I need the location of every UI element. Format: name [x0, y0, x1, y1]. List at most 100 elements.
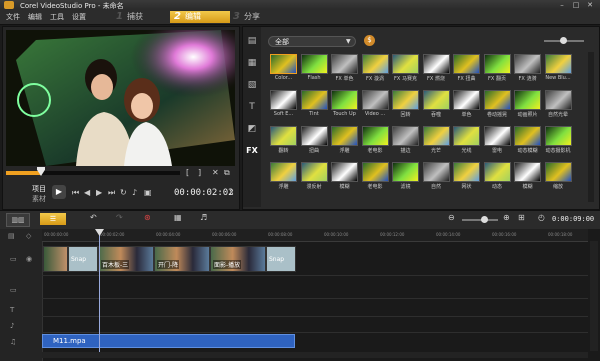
- timeline-horizontal-scrollbar[interactable]: [42, 352, 588, 358]
- record-icon[interactable]: ⊛: [144, 213, 151, 222]
- video-clip[interactable]: Snap: [266, 246, 296, 272]
- split-icon[interactable]: ✕: [212, 168, 219, 177]
- library-thumbnail[interactable]: [361, 54, 389, 74]
- library-thumbnail[interactable]: [453, 162, 480, 182]
- add-chapter-icon[interactable]: ◇: [26, 232, 31, 240]
- timeline-timecode[interactable]: 0:00:09:00: [552, 215, 594, 223]
- repeat-icon[interactable]: ↻: [120, 188, 127, 197]
- library-thumbnail[interactable]: [514, 126, 541, 146]
- library-thumbnail[interactable]: [270, 162, 297, 182]
- enlarge-icon[interactable]: ⧉: [224, 168, 230, 178]
- library-thumbnail[interactable]: [392, 54, 419, 74]
- step-edit[interactable]: 2 编辑: [170, 11, 230, 23]
- library-thumbnail[interactable]: [270, 54, 297, 74]
- library-thumbnail[interactable]: [300, 90, 328, 110]
- library-thumbnail[interactable]: [331, 162, 358, 182]
- clip-mode-label[interactable]: 素材: [32, 194, 46, 204]
- library-thumbnail[interactable]: [392, 90, 419, 110]
- media-library-icon[interactable]: ▤: [246, 36, 258, 46]
- library-thumbnail[interactable]: [453, 90, 480, 110]
- mixer-icon[interactable]: ▦: [174, 213, 182, 222]
- timeline-view-button[interactable]: ☰: [40, 213, 66, 225]
- library-thumbnail[interactable]: [300, 126, 328, 146]
- library-thumbnail[interactable]: [544, 126, 572, 146]
- library-scrollbar[interactable]: [588, 52, 594, 202]
- library-thumbnail[interactable]: [514, 90, 541, 110]
- timeline-zoom-slider[interactable]: [462, 219, 498, 221]
- fit-project-icon[interactable]: ⊞: [518, 213, 525, 222]
- next-frame-icon[interactable]: ▶: [96, 188, 102, 197]
- timeline-zoom-knob[interactable]: [481, 216, 488, 223]
- menu-edit[interactable]: 编辑: [28, 12, 42, 22]
- timeline-vertical-scrollbar[interactable]: [590, 241, 598, 351]
- step-share[interactable]: 3 分享: [229, 11, 288, 23]
- library-thumbnail[interactable]: [361, 162, 389, 182]
- library-filter-select[interactable]: 全部: [268, 36, 356, 47]
- library-thumbnail[interactable]: [331, 54, 358, 74]
- library-thumbnail[interactable]: [453, 126, 480, 146]
- library-thumbnail[interactable]: [300, 54, 328, 74]
- library-thumbnail[interactable]: [270, 126, 297, 146]
- library-thumbnail[interactable]: [422, 90, 450, 110]
- filter-fx-icon[interactable]: FX: [246, 146, 258, 156]
- close-button[interactable]: ✕: [584, 1, 596, 9]
- library-thumbnail[interactable]: [361, 90, 389, 110]
- library-thumbnail[interactable]: [392, 162, 419, 182]
- library-thumbnail[interactable]: [270, 90, 297, 110]
- instant-project-icon[interactable]: ▦: [246, 58, 258, 68]
- undo-icon[interactable]: ↶: [90, 213, 97, 222]
- redo-icon[interactable]: ↷: [116, 213, 123, 222]
- track-manager-icon[interactable]: ▤: [8, 232, 15, 240]
- music-clip[interactable]: M11.mpa: [42, 334, 295, 348]
- library-thumbnail[interactable]: [483, 126, 511, 146]
- volume-icon[interactable]: ♪: [132, 188, 137, 197]
- video-track-visibility-icon[interactable]: ◉: [26, 255, 32, 263]
- auto-music-icon[interactable]: ♬: [200, 213, 207, 222]
- menu-tools[interactable]: 工具: [50, 12, 64, 22]
- maximize-button[interactable]: □: [570, 1, 582, 9]
- title-icon[interactable]: T: [246, 102, 258, 112]
- library-thumbnail[interactable]: [453, 54, 480, 74]
- mark-out-icon[interactable]: ]: [198, 168, 201, 177]
- end-icon[interactable]: ⏭: [108, 188, 115, 198]
- mark-in-icon[interactable]: [: [186, 168, 189, 177]
- graphics-icon[interactable]: ◩: [246, 124, 258, 134]
- thumbnail-size-knob[interactable]: [560, 37, 567, 44]
- library-thumbnail[interactable]: [483, 90, 511, 110]
- library-thumbnail[interactable]: [544, 54, 572, 74]
- transition-icon[interactable]: ▧: [246, 80, 258, 90]
- home-icon[interactable]: ⏮: [72, 188, 79, 198]
- library-thumbnail[interactable]: [422, 54, 450, 74]
- hd-icon[interactable]: ▣: [144, 188, 152, 197]
- library-thumbnail[interactable]: [331, 90, 358, 110]
- storyboard-view-button[interactable]: ▥▥: [6, 213, 30, 227]
- zoom-in-icon[interactable]: ⊕: [503, 213, 510, 222]
- library-thumbnail[interactable]: [331, 126, 358, 146]
- menu-file[interactable]: 文件: [6, 12, 20, 22]
- video-clip[interactable]: 面影-播放: [210, 246, 266, 272]
- preview-timecode[interactable]: 00:00:02:02: [174, 188, 234, 198]
- video-clip[interactable]: 百木板-三: [98, 246, 154, 272]
- project-mode-label[interactable]: 项目: [32, 184, 46, 194]
- library-thumbnail[interactable]: [544, 90, 572, 110]
- library-thumbnail[interactable]: [514, 162, 541, 182]
- minimize-button[interactable]: –: [556, 1, 568, 9]
- library-thumbnail[interactable]: [300, 162, 328, 182]
- video-clip[interactable]: 开门-降: [154, 246, 210, 272]
- play-button[interactable]: ▶: [52, 185, 66, 199]
- library-thumbnail[interactable]: [483, 162, 511, 182]
- previous-frame-icon[interactable]: ◀: [84, 188, 90, 197]
- library-thumbnail[interactable]: [483, 54, 511, 74]
- library-thumbnail[interactable]: [361, 126, 389, 146]
- step-capture[interactable]: 1 捕获: [112, 11, 171, 23]
- library-thumbnail[interactable]: [392, 126, 419, 146]
- timecode-stepper-icon[interactable]: ⇕: [228, 188, 235, 197]
- zoom-out-icon[interactable]: ⊖: [448, 213, 455, 222]
- video-clip[interactable]: Snap: [68, 246, 98, 272]
- library-thumbnail[interactable]: [422, 162, 450, 182]
- video-clip[interactable]: [43, 246, 68, 272]
- library-thumbnail[interactable]: [514, 54, 541, 74]
- library-thumbnail[interactable]: [422, 126, 450, 146]
- menu-settings[interactable]: 设置: [72, 12, 86, 22]
- library-thumbnail[interactable]: [544, 162, 572, 182]
